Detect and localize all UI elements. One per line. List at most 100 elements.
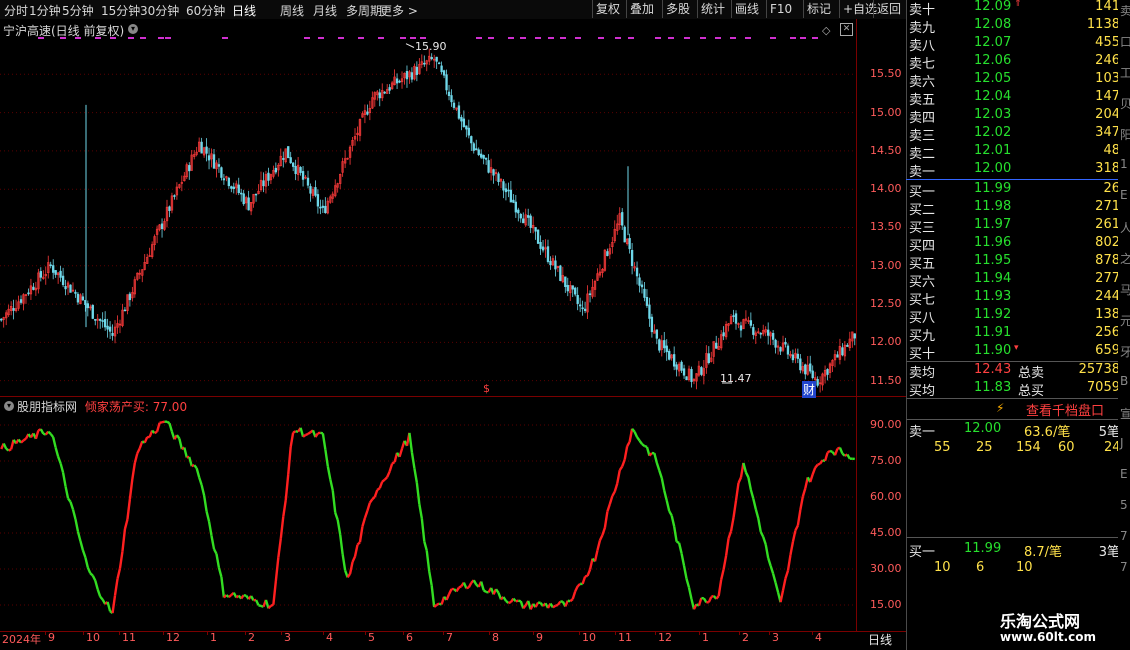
candle-body (559, 265, 562, 281)
dividend-marker[interactable]: $ (483, 382, 490, 395)
period-tab-10[interactable]: 更多 > (380, 2, 418, 19)
indicator-segment (84, 556, 89, 568)
book-level-label: 买八 (909, 311, 936, 326)
buy-level-row[interactable]: 买十 11.90 659 ▾ (906, 343, 1130, 362)
candle-body (242, 193, 245, 205)
x-axis-tick (615, 631, 616, 635)
buy-level-row[interactable]: 买八 11.92 138 (906, 307, 1130, 326)
period-tab-8[interactable]: 月线 (313, 2, 337, 19)
buy-level-row[interactable]: 买六 11.94 277 (906, 271, 1130, 290)
book-volume: 455 (1095, 35, 1120, 50)
period-tab-0[interactable]: 分时 (4, 2, 28, 19)
buy-level-row[interactable]: 买五 11.95 878 (906, 253, 1130, 272)
period-tab-5[interactable]: 60分钟 (186, 2, 225, 19)
buy-level-row[interactable]: 买一 11.99 26 (906, 181, 1130, 200)
sell-level-row[interactable]: 卖六 12.05 103 (906, 71, 1130, 90)
indicator-segment (2, 442, 8, 450)
candlestick-chart[interactable] (0, 36, 856, 396)
thousand-level-button[interactable]: 查看千档盘口 (1026, 400, 1104, 419)
indicator-segment (811, 467, 817, 475)
buy-level-row[interactable]: 买七 11.93 244 (906, 289, 1130, 308)
indicator-segment (670, 515, 676, 527)
candle-body (715, 342, 718, 349)
indicator-segment (34, 430, 40, 440)
finance-marker[interactable]: 财 (802, 381, 817, 398)
period-tab-3[interactable]: 15分钟 (101, 2, 140, 19)
indicator-segment (430, 585, 436, 608)
candle-body (487, 160, 490, 173)
indicator-segment (512, 597, 517, 603)
queue-header-row[interactable]: 卖一 12.00 63.6/笔 5笔 (906, 421, 1130, 440)
chart-settings-icon[interactable]: ▾ (128, 24, 138, 34)
indicator-chart[interactable] (0, 413, 856, 629)
indicator-segment (697, 597, 703, 607)
candle-body (200, 141, 203, 154)
queue-label: 买一 (909, 545, 936, 560)
sell-level-row[interactable]: 卖十 12.09 141 ⇑ (906, 0, 1130, 18)
buy-level-row[interactable]: 买四 11.96 802 (906, 235, 1130, 254)
toolbar-button-8[interactable]: 返回 (873, 0, 904, 18)
toolbar-button-6[interactable]: 标记 (803, 0, 834, 18)
candle-body (237, 184, 240, 194)
candle-body (606, 251, 609, 257)
period-tab-7[interactable]: 周线 (280, 2, 304, 19)
buy-level-row[interactable]: 买二 11.98 271 (906, 199, 1130, 218)
sell-level-row[interactable]: 卖三 12.02 347 (906, 125, 1130, 144)
candle-body (655, 329, 659, 339)
candle-body (685, 376, 688, 381)
x-axis-tick (83, 631, 84, 635)
sell-level-row[interactable]: 卖九 12.08 1138 (906, 17, 1130, 36)
signal-mark (420, 37, 426, 39)
candle-body (546, 246, 550, 262)
toolbar-button-4[interactable]: 画线 (731, 0, 762, 18)
candle-body (301, 171, 305, 180)
indicator-segment (596, 540, 602, 551)
toolbar-button-5[interactable]: F10 (766, 0, 795, 18)
candle-body (12, 308, 15, 311)
x-axis-period[interactable]: 日线 (868, 631, 892, 648)
sell-level-row[interactable]: 卖五 12.04 147 (906, 89, 1130, 108)
period-tab-1[interactable]: 1分钟 (29, 2, 61, 19)
sell-level-row[interactable]: 卖七 12.06 246 (906, 53, 1130, 72)
indicator-segment (188, 456, 193, 467)
indicator-segment (789, 541, 795, 556)
indicator-segment (338, 534, 344, 555)
book-level-label: 买二 (909, 203, 936, 218)
book-level-label: 买五 (909, 257, 936, 272)
sell-level-row[interactable]: 卖二 12.01 48 (906, 143, 1130, 162)
close-panel-icon[interactable]: ✕ (840, 23, 853, 36)
indicator-settings-icon[interactable]: ▾ (4, 401, 14, 411)
x-axis-month: 3 (772, 631, 779, 644)
indicator-segment (193, 464, 198, 469)
sell-level-row[interactable]: 卖八 12.07 455 (906, 35, 1130, 54)
book-price: 12.00 (974, 161, 1012, 176)
period-tab-9[interactable]: 多周期 (346, 2, 382, 19)
total-label: 总卖 (1018, 366, 1045, 381)
toolbar-button-0[interactable]: 复权 (592, 0, 623, 18)
indicator-segment (386, 470, 391, 478)
queue-header-row[interactable]: 买一 11.99 8.7/笔 3笔 (906, 541, 1130, 560)
period-tab-6[interactable]: 日线 (232, 2, 256, 19)
indicator-segment (672, 526, 678, 542)
book-price: 12.07 (974, 35, 1012, 50)
indicator-segment (569, 598, 574, 603)
indicator-segment (576, 583, 581, 588)
side-strip-char: 之 (1120, 252, 1130, 266)
buy-level-row[interactable]: 买三 11.97 261 (906, 217, 1130, 236)
toolbar-button-2[interactable]: 多股 (662, 0, 693, 18)
period-tab-4[interactable]: 30分钟 (140, 2, 179, 19)
queue-order: 25 (976, 440, 993, 455)
sell-level-row[interactable]: 卖四 12.03 204 (906, 107, 1130, 126)
toolbar-button-1[interactable]: 叠加 (626, 0, 657, 18)
candle-body (786, 345, 790, 355)
indicator-segment (749, 489, 755, 500)
candle-body (480, 153, 483, 158)
sell-level-row[interactable]: 卖一 12.00 318 (906, 161, 1130, 180)
side-strip-char: B (1120, 374, 1129, 388)
indicator-segment (737, 477, 743, 484)
period-tab-2[interactable]: 5分钟 (62, 2, 94, 19)
buy-level-row[interactable]: 买九 11.91 256 (906, 325, 1130, 344)
indicator-segment (644, 444, 648, 449)
indicator-segment (564, 600, 569, 607)
toolbar-button-3[interactable]: 统计 (697, 0, 728, 18)
